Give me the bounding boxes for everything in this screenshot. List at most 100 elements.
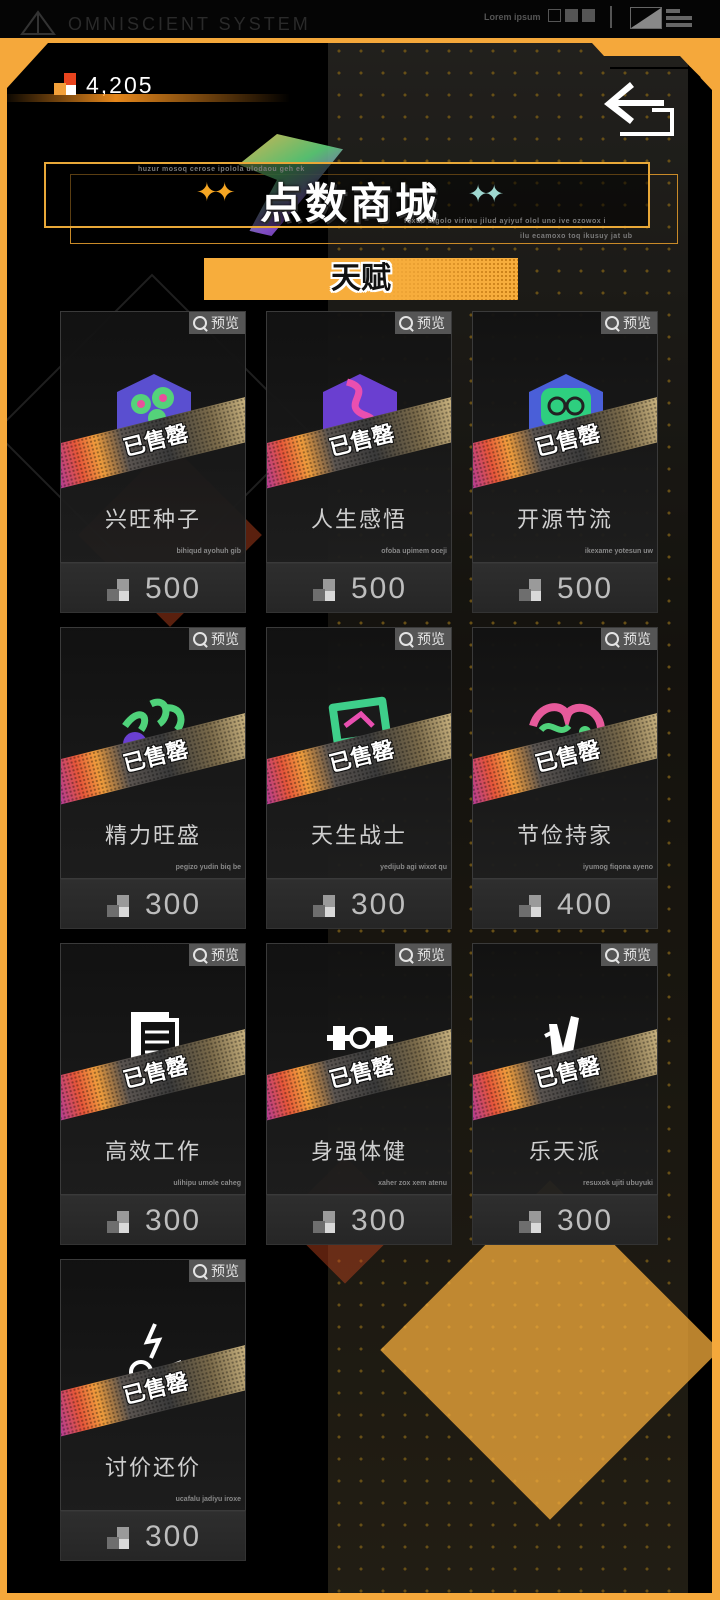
preview-label: 预览 [623, 948, 651, 964]
system-status-boxes [548, 9, 595, 22]
price-bar: 300 [60, 879, 246, 929]
item-card-body: 预览 已售罄 天生战士 yedijub agi wixot qu [266, 627, 452, 879]
preview-label: 预览 [623, 632, 651, 648]
points-cube-icon [519, 1211, 545, 1235]
item-code: iyumog fiqona ayeno [582, 864, 653, 871]
preview-button[interactable]: 预览 [395, 944, 451, 966]
preview-label: 预览 [211, 632, 239, 648]
item-card[interactable]: 预览 已售罄 兴旺种子 bihiqud ayohuh gib 500 [60, 311, 246, 613]
item-name: 身强体健 [310, 1140, 407, 1165]
item-name: 兴旺种子 [104, 508, 201, 533]
magnifier-icon [193, 948, 207, 962]
price-bar: 300 [266, 879, 452, 929]
item-card[interactable]: 预览 已售罄 开源节流 ikexame yotesun uw 500 [472, 311, 658, 613]
magnifier-icon [193, 316, 207, 330]
item-card-body: 预览 已售罄 身强体健 xaher zox xem atenu [266, 943, 452, 1195]
item-card-body: 预览 已售罄 开源节流 ikexame yotesun uw [472, 311, 658, 563]
sparkle-right-icon: ✦✦ [468, 180, 504, 208]
price-bar: 300 [266, 1195, 452, 1245]
item-code: ucafalu jadiyu iroxe [175, 1496, 241, 1503]
preview-label: 预览 [417, 632, 445, 648]
item-card[interactable]: 预览 已售罄 人生感悟 ofoba upimem oceji 500 [266, 311, 452, 613]
tab-talents-label: 天赋 [331, 261, 391, 296]
item-card[interactable]: 预览 已售罄 讨价还价 ucafalu jadiyu iroxe 300 [60, 1259, 246, 1561]
item-price: 300 [145, 1204, 202, 1237]
item-price: 500 [145, 572, 202, 605]
points-cube-icon [313, 895, 339, 919]
preview-label: 预览 [623, 316, 651, 332]
item-code: ikexame yotesun uw [584, 548, 653, 555]
preview-label: 预览 [417, 948, 445, 964]
price-bar: 500 [266, 563, 452, 613]
item-price: 300 [351, 888, 408, 921]
sparkle-left-icon: ✦✦ [196, 178, 236, 208]
item-card-body: 预览 已售罄 人生感悟 ofoba upimem oceji [266, 311, 452, 563]
item-price: 300 [351, 1204, 408, 1237]
item-name: 乐天派 [528, 1140, 601, 1165]
item-card-body: 预览 已售罄 讨价还价 ucafalu jadiyu iroxe [60, 1259, 246, 1511]
back-arrow-icon[interactable] [600, 76, 680, 142]
points-glow [0, 94, 290, 102]
system-divider [610, 6, 612, 28]
system-bar: OMNISCIENT SYSTEM Lorem ipsum [0, 0, 720, 38]
system-lorem-text: Lorem ipsum [484, 12, 541, 22]
price-bar: 300 [60, 1511, 246, 1561]
preview-label: 预览 [211, 948, 239, 964]
item-price: 300 [145, 1520, 202, 1553]
points-cube-icon [107, 895, 133, 919]
points-cube-icon [107, 579, 133, 603]
preview-button[interactable]: 预览 [189, 1260, 245, 1282]
preview-label: 预览 [211, 316, 239, 332]
item-name: 高效工作 [104, 1140, 201, 1165]
item-card[interactable]: 预览 已售罄 身强体健 xaher zox xem atenu 300 [266, 943, 452, 1245]
item-card[interactable]: 预览 已售罄 乐天派 resuxok ujiti ubuyuki 300 [472, 943, 658, 1245]
system-title: OMNISCIENT SYSTEM [68, 14, 311, 34]
item-card[interactable]: 预览 已售罄 高效工作 ulihipu umole caheg 300 [60, 943, 246, 1245]
item-card[interactable]: 预览 已售罄 精力旺盛 pegizo yudin biq be 300 [60, 627, 246, 929]
title-tiny-bottom: ilu ecamoxo toq ikusuy jat ub [520, 233, 633, 240]
item-code: resuxok ujiti ubuyuki [582, 1180, 653, 1187]
item-card-body: 预览 已售罄 节俭持家 iyumog fiqona ayeno [472, 627, 658, 879]
points-cube-icon [107, 1211, 133, 1235]
title-tiny-mid: foxuo bigolo viriwu jilud ayiyuf olol un… [404, 218, 607, 225]
item-name: 讨价还价 [104, 1456, 201, 1481]
item-name: 精力旺盛 [104, 824, 201, 849]
magnifier-icon [399, 316, 413, 330]
preview-button[interactable]: 预览 [601, 312, 657, 334]
item-card[interactable]: 预览 已售罄 天生战士 yedijub agi wixot qu 300 [266, 627, 452, 929]
price-bar: 500 [472, 563, 658, 613]
item-card[interactable]: 预览 已售罄 节俭持家 iyumog fiqona ayeno 400 [472, 627, 658, 929]
preview-button[interactable]: 预览 [189, 312, 245, 334]
item-code: ulihipu umole caheg [173, 1180, 241, 1187]
preview-button[interactable]: 预览 [189, 944, 245, 966]
points-cube-icon [313, 579, 339, 603]
preview-button[interactable]: 预览 [601, 944, 657, 966]
preview-label: 预览 [211, 1264, 239, 1280]
tab-talents[interactable]: 天赋 [204, 258, 518, 300]
preview-button[interactable]: 预览 [395, 628, 451, 650]
item-price: 500 [557, 572, 614, 605]
points-cube-icon [519, 579, 545, 603]
price-bar: 300 [60, 1195, 246, 1245]
item-code: bihiqud ayohuh gib [176, 548, 241, 555]
item-code: ofoba upimem oceji [381, 548, 447, 555]
system-logo-icon [20, 10, 56, 35]
item-name: 节俭持家 [516, 824, 613, 849]
magnifier-icon [605, 948, 619, 962]
item-price: 400 [557, 888, 614, 921]
item-card-body: 预览 已售罄 高效工作 ulihipu umole caheg [60, 943, 246, 1195]
price-bar: 400 [472, 879, 658, 929]
preview-button[interactable]: 预览 [395, 312, 451, 334]
preview-button[interactable]: 预览 [189, 628, 245, 650]
item-card-body: 预览 已售罄 精力旺盛 pegizo yudin biq be [60, 627, 246, 879]
preview-button[interactable]: 预览 [601, 628, 657, 650]
item-code: xaher zox xem atenu [378, 1180, 447, 1187]
points-cube-icon [54, 73, 78, 97]
item-card-body: 预览 已售罄 兴旺种子 bihiqud ayohuh gib [60, 311, 246, 563]
item-name: 开源节流 [516, 508, 613, 533]
magnifier-icon [399, 632, 413, 646]
preview-label: 预览 [417, 316, 445, 332]
magnifier-icon [605, 632, 619, 646]
item-price: 300 [145, 888, 202, 921]
item-code: yedijub agi wixot qu [380, 864, 447, 871]
